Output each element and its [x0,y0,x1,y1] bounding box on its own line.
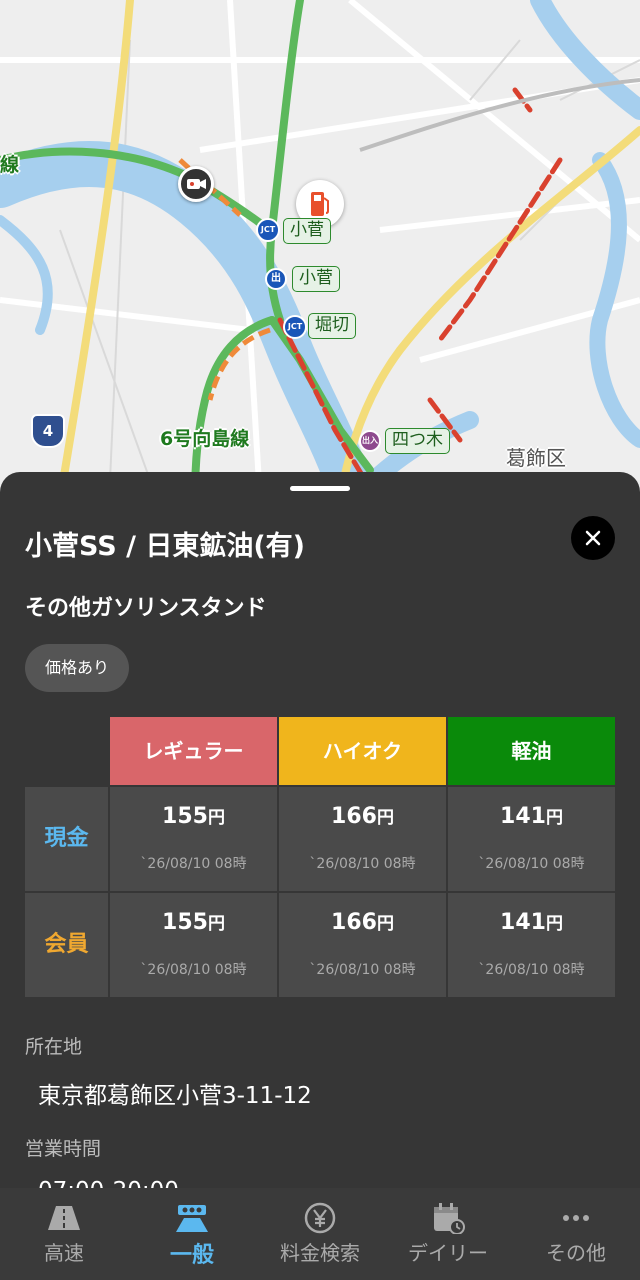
nav-label: その他 [546,1241,606,1265]
hours-value: 07:00-20:00 [38,1178,179,1188]
close-button[interactable] [571,516,615,560]
price-unit: 円 [207,808,225,828]
price-cell: 166円 `26/08/10 08時 [279,787,446,891]
road-label-partial: 線 [0,154,20,176]
price-timestamp: `26/08/10 08時 [478,856,585,872]
route-shield: 4 [31,414,65,448]
station-category: その他ガソリンスタンド [25,596,267,621]
road-icon [176,1205,208,1232]
row-label-member: 会員 [25,893,108,997]
price-value: 155 [162,910,208,935]
fuel-header-regular: レギュラー [110,717,277,785]
highway-icon [48,1206,80,1230]
bottom-navigation: 高速 一般 料金検索 デイリー その他 [0,1188,640,1280]
price-timestamp: `26/08/10 08時 [309,962,416,978]
hours-label: 営業時間 [25,1138,102,1160]
nav-item-toll-search[interactable]: 料金検索 [256,1188,384,1280]
price-cell: 141円 `26/08/10 08時 [448,787,615,891]
nav-label: 一般 [169,1243,214,1268]
nav-item-daily[interactable]: デイリー [384,1188,512,1280]
map-view[interactable]: 線 6号向島線 葛飾区 4 JCT 小菅 出 小菅 JCT 堀切 出入 四つ木 [0,0,640,500]
price-value: 166 [331,804,377,829]
price-value: 155 [162,804,208,829]
more-icon [563,1215,589,1221]
jct-tag-horikiri[interactable]: 堀切 [308,313,356,339]
close-icon [585,530,601,546]
price-cell: 155円 `26/08/10 08時 [110,787,277,891]
address-value[interactable]: 東京都葛飾区小菅3-11-12 [38,1076,312,1110]
jct-badge: JCT [283,315,307,339]
nav-item-general-road[interactable]: 一般 [128,1188,256,1280]
price-unit: 円 [376,808,394,828]
station-detail-sheet: 小菅SS / 日東鉱油(有) その他ガソリンスタンド 価格あり レギュラー ハイ… [0,472,640,1188]
price-unit: 円 [545,808,563,828]
price-value: 166 [331,910,377,935]
price-cell: 166円 `26/08/10 08時 [279,893,446,997]
price-available-chip[interactable]: 価格あり [25,644,130,692]
price-unit: 円 [376,914,394,934]
ward-label: 葛飾区 [506,446,566,470]
price-timestamp: `26/08/10 08時 [309,856,416,872]
yen-icon [304,1202,336,1234]
nav-item-highway[interactable]: 高速 [0,1188,128,1280]
exit-tag-yotsugi[interactable]: 四つ木 [385,428,450,454]
nav-label: 料金検索 [280,1241,360,1265]
exit-badge: 出入 [359,430,381,452]
price-timestamp: `26/08/10 08時 [478,962,585,978]
map-canvas [0,0,640,500]
fuel-header-highoctane: ハイオク [279,717,446,785]
price-timestamp: `26/08/10 08時 [140,962,247,978]
nav-label: デイリー [408,1241,488,1265]
price-cell: 155円 `26/08/10 08時 [110,893,277,997]
nav-label: 高速 [44,1241,84,1265]
calendar-icon [434,1203,465,1234]
nav-item-more[interactable]: その他 [512,1188,640,1280]
price-cell: 141円 `26/08/10 08時 [448,893,615,997]
price-unit: 円 [207,914,225,934]
fuel-header-diesel: 軽油 [448,717,615,785]
exit-tag-kosuge[interactable]: 小菅 [292,266,340,292]
road-label-route6: 6号向島線 [160,428,250,450]
price-unit: 円 [545,914,563,934]
row-label-cash: 現金 [25,787,108,891]
price-timestamp: `26/08/10 08時 [140,856,247,872]
camera-icon[interactable] [178,166,214,202]
station-name: 小菅SS / 日東鉱油(有) [25,531,306,562]
drag-handle[interactable] [290,486,350,491]
price-value: 141 [500,910,546,935]
jct-badge: JCT [256,218,280,242]
address-label: 所在地 [25,1036,83,1058]
exit-badge: 出 [265,268,287,290]
jct-tag-kosuge[interactable]: 小菅 [283,218,331,244]
price-value: 141 [500,804,546,829]
